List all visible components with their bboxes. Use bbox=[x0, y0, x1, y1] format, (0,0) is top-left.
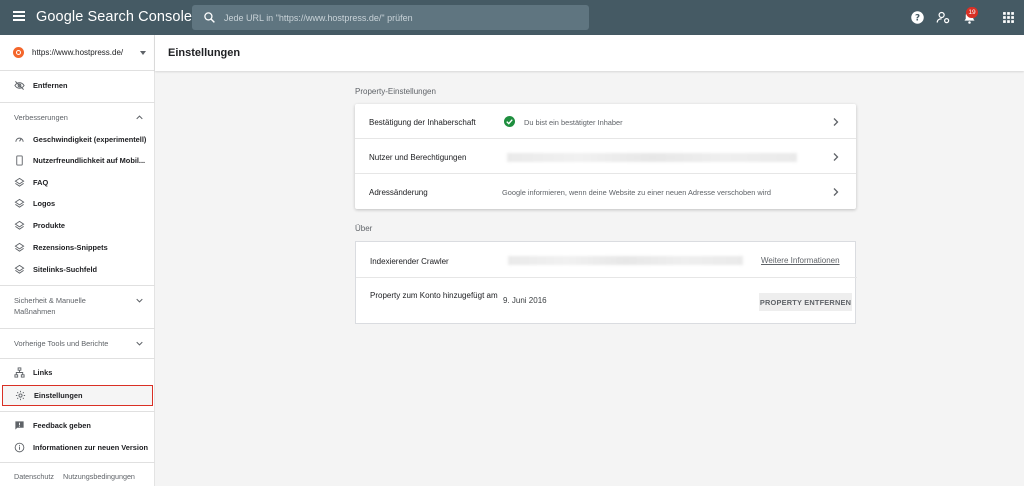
divider bbox=[0, 102, 155, 103]
help-icon[interactable]: ? bbox=[910, 10, 925, 25]
row-label: Nutzer und Berechtigungen bbox=[369, 153, 467, 162]
notification-badge: 19 bbox=[966, 7, 978, 18]
page-title: Einstellungen bbox=[168, 47, 241, 59]
sidebar-item-speed[interactable]: Geschwindigkeit (experimentell) bbox=[0, 130, 155, 150]
page-header: Einstellungen bbox=[155, 35, 1024, 71]
chevron-down-icon bbox=[136, 298, 143, 303]
sidebar-item-label: Feedback geben bbox=[33, 421, 91, 430]
row-property-added: Property zum Konto hinzugefügt am 9. Jun… bbox=[356, 278, 857, 324]
about-card: Indexierender Crawler Weitere Informatio… bbox=[355, 241, 857, 324]
terms-link[interactable]: Nutzungsbedingungen bbox=[63, 472, 135, 481]
section-label: Vorherige Tools und Berichte bbox=[14, 339, 109, 348]
caret-down-icon bbox=[140, 51, 146, 55]
apps-grid-icon[interactable] bbox=[1002, 11, 1015, 24]
chevron-right-icon bbox=[833, 153, 839, 161]
sidebar-item-faq[interactable]: FAQ bbox=[0, 173, 155, 193]
sidebar-item-links[interactable]: Links bbox=[0, 363, 155, 383]
property-added-date: 9. Juni 2016 bbox=[503, 296, 547, 305]
redacted-value bbox=[507, 153, 797, 162]
svg-text:?: ? bbox=[915, 14, 920, 24]
divider bbox=[0, 285, 155, 286]
section-security[interactable]: Sicherheit & Manuelle Maßnahmen bbox=[0, 294, 155, 318]
divider bbox=[0, 411, 155, 412]
remove-property-button[interactable]: PROPERTY ENTFERNEN bbox=[759, 293, 852, 311]
change-of-address-description: Google informieren, wenn deine Website z… bbox=[502, 188, 771, 197]
search-input[interactable] bbox=[224, 9, 579, 26]
feedback-icon bbox=[15, 421, 24, 430]
row-indexing-crawler: Indexierender Crawler Weitere Informatio… bbox=[356, 242, 857, 278]
about-heading: Über bbox=[355, 224, 373, 233]
app-title[interactable]: Google Search Console bbox=[36, 9, 192, 25]
section-label: Sicherheit & Manuelle Maßnahmen bbox=[14, 296, 86, 316]
redacted-value bbox=[508, 256, 743, 265]
layers-icon bbox=[14, 264, 25, 274]
info-icon bbox=[14, 442, 25, 453]
row-label: Indexierender Crawler bbox=[370, 257, 449, 266]
property-favicon-icon bbox=[13, 47, 24, 58]
property-settings-card: Bestätigung der Inhaberschaft Du bist ei… bbox=[355, 104, 856, 209]
property-settings-heading: Property-Einstellungen bbox=[355, 87, 436, 96]
layers-icon bbox=[14, 220, 25, 230]
sidebar-item-settings[interactable]: Einstellungen bbox=[2, 385, 153, 406]
sidebar-item-label: Sitelinks-Suchfeld bbox=[33, 265, 98, 274]
chevron-up-icon bbox=[136, 115, 143, 120]
row-label: Property zum Konto hinzugefügt am bbox=[370, 291, 498, 300]
layers-icon bbox=[14, 242, 25, 252]
divider bbox=[0, 462, 155, 463]
property-url: https://www.hostpress.de/ bbox=[32, 48, 124, 57]
url-inspection-search[interactable] bbox=[192, 5, 589, 30]
section-legacy-tools[interactable]: Vorherige Tools und Berichte bbox=[0, 337, 155, 351]
sidebar-item-label: Informationen zur neuen Version bbox=[33, 443, 148, 452]
divider bbox=[0, 358, 155, 359]
section-improvements[interactable]: Verbesserungen bbox=[0, 111, 155, 125]
sidebar-item-label: Produkte bbox=[33, 221, 66, 230]
gear-icon bbox=[15, 390, 26, 401]
sidebar-item-review-snippets[interactable]: Rezensions-Snippets bbox=[0, 238, 155, 258]
row-change-of-address[interactable]: Adressänderung Google informieren, wenn … bbox=[355, 174, 856, 209]
sidebar-item-label: FAQ bbox=[33, 178, 49, 187]
sidebar-item-sitelinks-searchbox[interactable]: Sitelinks-Suchfeld bbox=[0, 260, 155, 280]
verified-check-icon bbox=[504, 116, 515, 127]
layers-icon bbox=[14, 198, 25, 208]
learn-more-link[interactable]: Weitere Informationen bbox=[761, 256, 840, 265]
search-icon bbox=[204, 12, 215, 23]
sidebar-item-logos[interactable]: Logos bbox=[0, 194, 155, 214]
row-label: Adressänderung bbox=[369, 188, 428, 197]
sidebar-item-label: Entfernen bbox=[33, 81, 68, 90]
sidebar-item-label: Einstellungen bbox=[34, 391, 83, 400]
property-selector[interactable]: https://www.hostpress.de/ bbox=[0, 35, 155, 71]
user-settings-icon[interactable] bbox=[936, 10, 951, 25]
eye-off-icon bbox=[14, 81, 25, 90]
row-users-permissions[interactable]: Nutzer und Berechtigungen bbox=[355, 139, 856, 174]
chevron-right-icon bbox=[833, 188, 839, 196]
divider bbox=[0, 328, 155, 329]
layers-icon bbox=[14, 177, 25, 187]
row-label: Bestätigung der Inhaberschaft bbox=[369, 118, 476, 127]
ownership-status: Du bist ein bestätigter Inhaber bbox=[524, 118, 623, 127]
top-app-bar: Google Search Console ? 19 bbox=[0, 0, 1024, 35]
sidebar: https://www.hostpress.de/ Entfernen Verb… bbox=[0, 35, 155, 486]
chevron-right-icon bbox=[833, 118, 839, 126]
sidebar-item-removals[interactable]: Entfernen bbox=[0, 76, 155, 96]
sidebar-item-mobile-usability[interactable]: Nutzerfreundlichkeit auf Mobil... bbox=[0, 151, 155, 171]
section-label: Verbesserungen bbox=[14, 113, 68, 122]
sidebar-item-label: Rezensions-Snippets bbox=[33, 243, 108, 252]
sidebar-item-products[interactable]: Produkte bbox=[0, 216, 155, 236]
sidebar-item-label: Links bbox=[33, 368, 53, 377]
chevron-down-icon bbox=[136, 341, 143, 346]
sidebar-item-label: Logos bbox=[33, 199, 56, 208]
sidebar-item-label: Geschwindigkeit (experimentell) bbox=[33, 135, 147, 144]
privacy-link[interactable]: Datenschutz bbox=[14, 472, 54, 481]
sitemap-icon bbox=[14, 367, 25, 378]
speed-icon bbox=[15, 137, 24, 142]
row-ownership-verification[interactable]: Bestätigung der Inhaberschaft Du bist ei… bbox=[355, 104, 856, 139]
mobile-icon bbox=[16, 155, 23, 166]
sidebar-item-label: Nutzerfreundlichkeit auf Mobil... bbox=[33, 156, 146, 165]
menu-icon[interactable] bbox=[13, 11, 25, 21]
sidebar-item-new-version-info[interactable]: Informationen zur neuen Version bbox=[0, 438, 155, 458]
sidebar-item-feedback[interactable]: Feedback geben bbox=[0, 416, 155, 436]
